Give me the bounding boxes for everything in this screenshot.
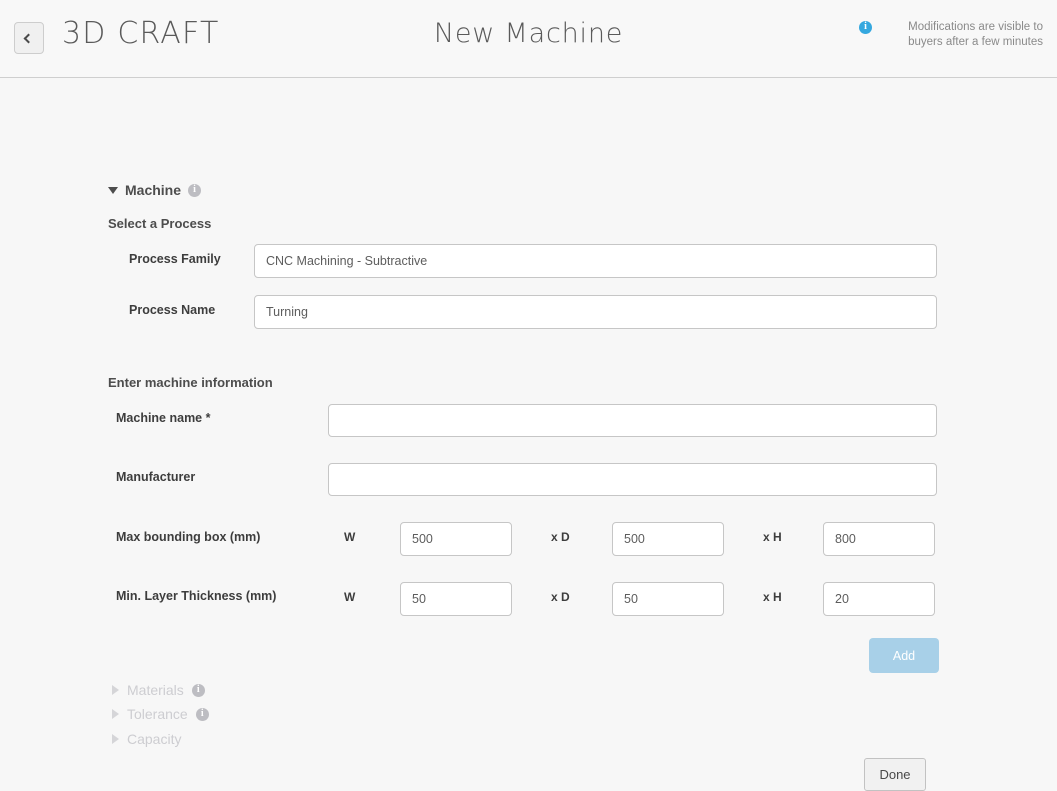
max-bounding-box-depth-input[interactable] <box>612 522 724 556</box>
section-header-materials[interactable]: Materials <box>112 682 205 698</box>
max-bounding-box-height-input[interactable] <box>823 522 935 556</box>
min-layer-thickness-height-input[interactable] <box>823 582 935 616</box>
label-layer-width: W <box>344 590 356 604</box>
section-header-machine-label: Machine <box>125 182 182 198</box>
label-manufacturer: Manufacturer <box>116 470 196 484</box>
label-process-family: Process Family <box>129 252 221 266</box>
triangle-right-icon <box>112 709 119 719</box>
label-machine-name: Machine name * <box>116 411 211 425</box>
max-bounding-box-width-input[interactable] <box>400 522 512 556</box>
label-max-bounding-box: Max bounding box (mm) <box>116 530 261 544</box>
manufacturer-input[interactable] <box>328 463 937 496</box>
section-header-machine[interactable]: Machine <box>108 182 202 198</box>
process-family-input[interactable] <box>254 244 937 278</box>
label-bbox-width: W <box>344 530 356 544</box>
section-header-materials-label: Materials <box>127 682 184 698</box>
app-header: 3D CRAFT New Machine Modifications are v… <box>0 0 1057 78</box>
section-header-tolerance[interactable]: Tolerance <box>112 706 209 722</box>
label-min-layer-thickness: Min. Layer Thickness (mm) <box>116 589 277 603</box>
triangle-right-icon <box>112 734 119 744</box>
label-process-name: Process Name <box>129 303 216 317</box>
label-bbox-height: x H <box>763 530 782 544</box>
label-bbox-depth: x D <box>551 530 570 544</box>
info-icon[interactable] <box>191 683 205 697</box>
label-layer-height: x H <box>763 590 782 604</box>
group-label-select-process: Select a Process <box>108 216 212 231</box>
label-layer-depth: x D <box>551 590 570 604</box>
triangle-right-icon <box>112 685 119 695</box>
group-label-enter-machine-information: Enter machine information <box>108 375 273 390</box>
modifications-notice: Modifications are visible to buyers afte… <box>853 20 1043 50</box>
triangle-down-icon <box>108 186 118 194</box>
min-layer-thickness-depth-input[interactable] <box>612 582 724 616</box>
info-icon <box>859 20 872 39</box>
process-name-input[interactable] <box>254 295 937 329</box>
section-header-capacity-label: Capacity <box>127 731 182 747</box>
section-header-tolerance-label: Tolerance <box>127 706 188 722</box>
modifications-notice-text: Modifications are visible to buyers afte… <box>908 21 1043 48</box>
add-button[interactable]: Add <box>869 638 939 673</box>
min-layer-thickness-width-input[interactable] <box>400 582 512 616</box>
section-header-capacity[interactable]: Capacity <box>112 731 181 747</box>
info-icon[interactable] <box>195 707 209 721</box>
info-icon[interactable] <box>188 183 202 197</box>
machine-name-input[interactable] <box>328 404 937 437</box>
